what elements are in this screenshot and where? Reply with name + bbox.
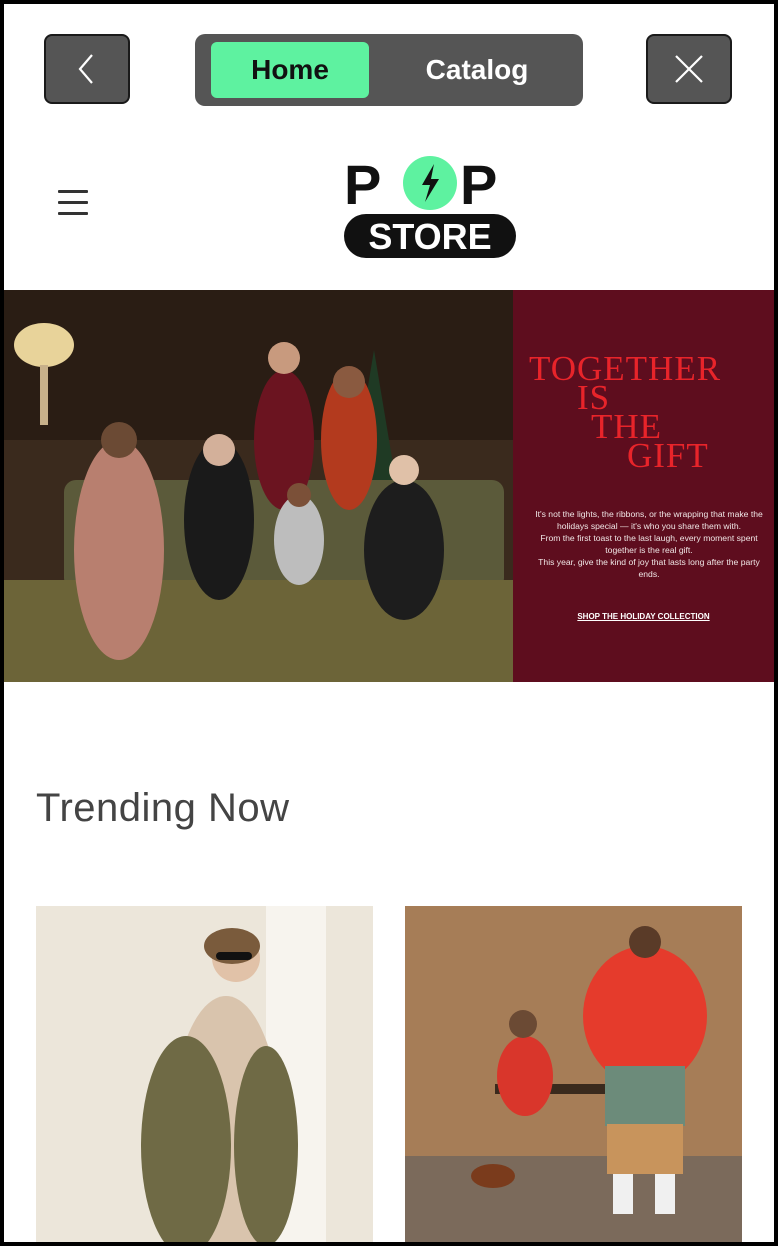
hero-photo-illustration [4,290,513,682]
pop-store-logo[interactable]: P P STORE [340,154,520,264]
view-switcher: Home Catalog [195,34,583,106]
tab-catalog[interactable]: Catalog [389,42,565,98]
app-frame: Home Catalog P P STORE TOGETHER IS THE G… [4,4,774,1242]
hero-body-line: It's not the lights, the ribbons, or the… [535,509,763,531]
logo-letter-p-left: P [344,154,381,216]
hero-body-line: From the first toast to the last laugh, … [540,533,758,555]
chevron-left-icon [78,54,93,84]
tab-home[interactable]: Home [211,42,369,98]
back-button[interactable] [44,34,130,104]
hamburger-menu-icon[interactable] [58,190,88,216]
trending-product-card[interactable] [36,906,373,1242]
logo-store-text: STORE [368,216,491,257]
hero-title-line: GIFT [627,436,709,475]
hero-body: It's not the lights, the ribbons, or the… [529,508,769,580]
hero-banner[interactable]: TOGETHER IS THE GIFT It's not the lights… [4,290,774,682]
hero-family-photo [4,290,513,682]
hero-body-line: This year, give the kind of joy that las… [538,557,760,579]
logo-letter-p-right: P [460,154,497,216]
close-button[interactable] [646,34,732,104]
product-image-chiefs-jacket [405,906,742,1242]
trending-product-card[interactable] [405,906,742,1242]
close-icon [675,55,703,83]
product-image-knit-dress [36,906,373,1242]
section-title-trending: Trending Now [36,786,290,830]
shop-holiday-collection-link[interactable]: SHOP THE HOLIDAY COLLECTION [513,612,774,621]
hero-title-line: TOGETHER [529,349,722,388]
top-nav: Home Catalog [4,4,774,134]
hero-title: TOGETHER IS THE GIFT [529,349,769,475]
hero-text-panel: TOGETHER IS THE GIFT It's not the lights… [513,290,774,682]
